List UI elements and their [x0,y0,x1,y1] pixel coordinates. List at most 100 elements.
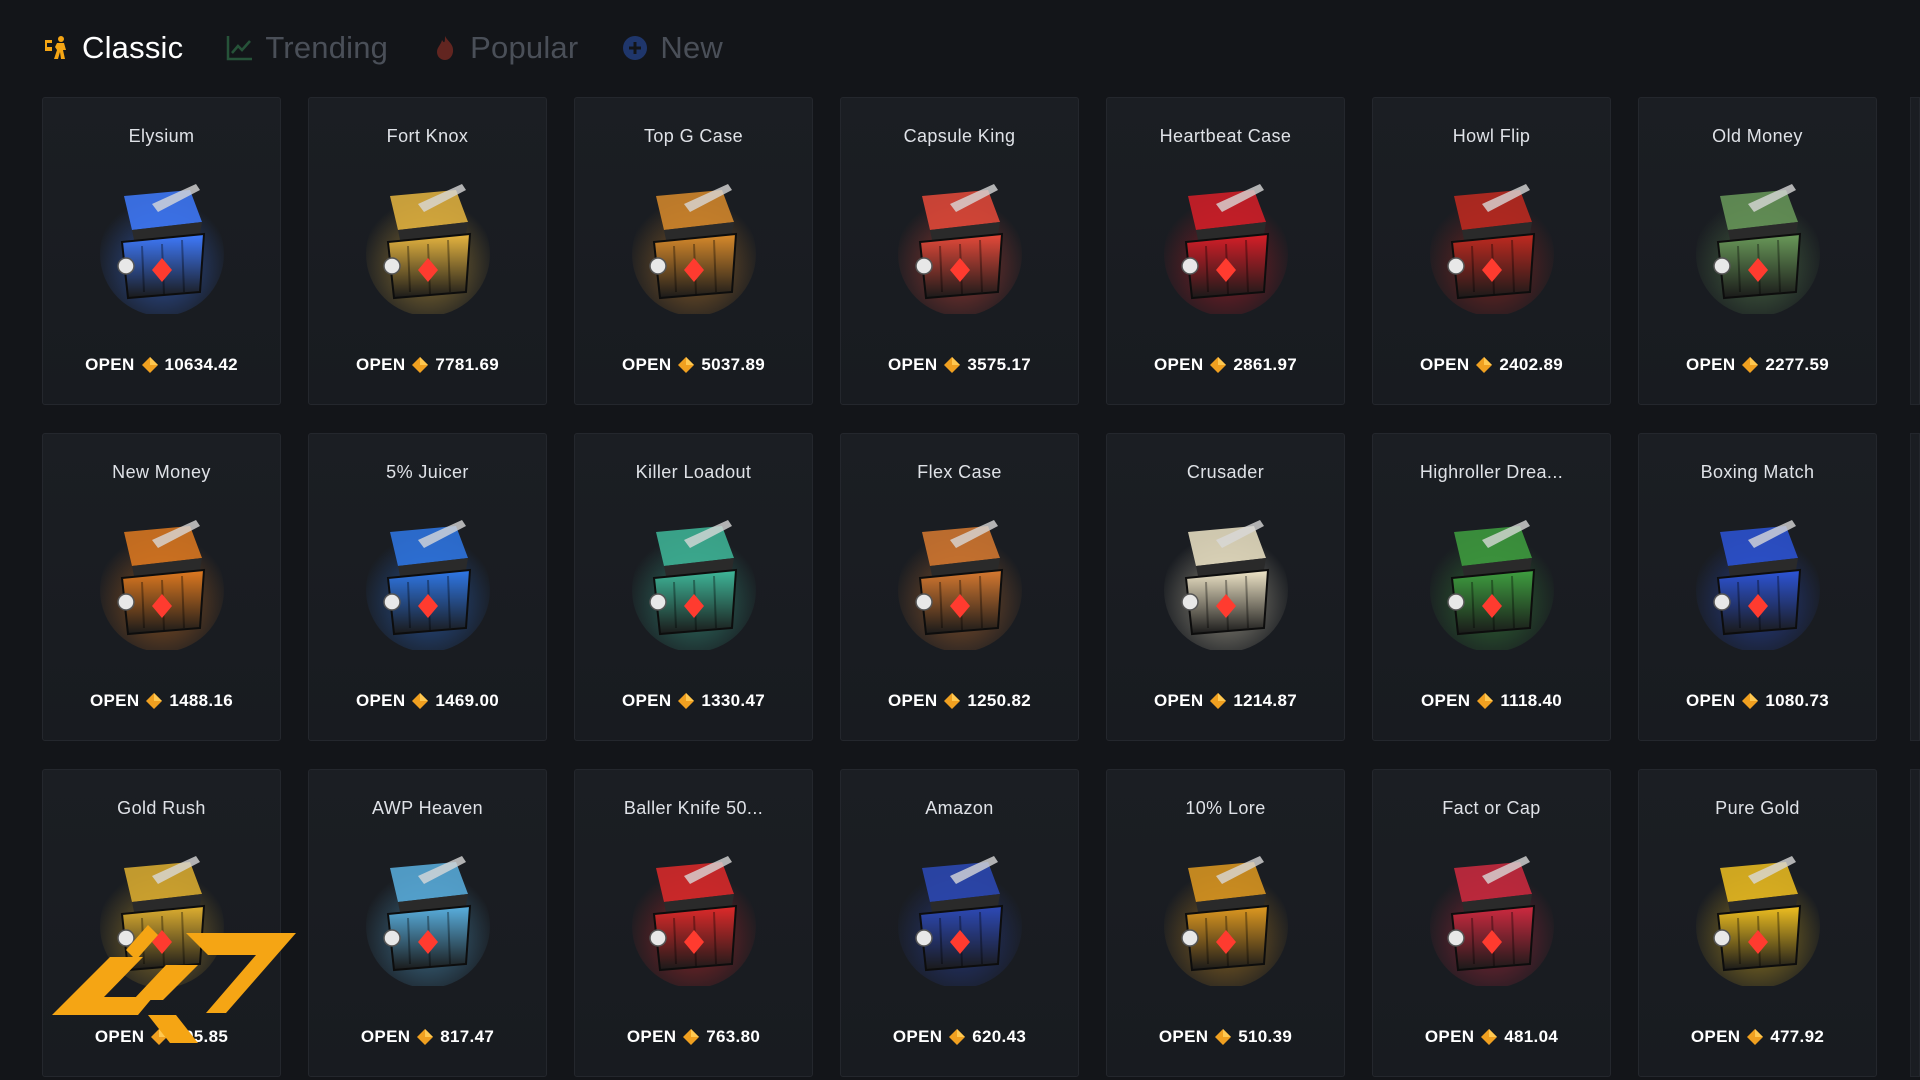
open-case-button[interactable]: OPEN 1214.87 [1107,691,1344,711]
case-price: 763.80 [706,1027,761,1046]
open-case-button[interactable]: OPEN 1080.73 [1639,691,1876,711]
tab-new[interactable]: New [620,30,723,66]
case-image [1688,846,1828,986]
case-card[interactable]: Heartbeat Case OPEN 2861.97 [1106,97,1345,405]
case-price: 1250.82 [967,691,1031,710]
case-name: Highroller Drea... [1419,462,1564,482]
open-case-button[interactable]: OPEN 7781.69 [309,355,546,375]
case-price: 2861.97 [1233,355,1297,374]
open-case-button[interactable]: OPEN 477.92 [1639,1027,1876,1047]
case-price: 1488.16 [169,691,233,710]
case-image [358,174,498,314]
coin-diamond-icon [1746,1028,1764,1046]
case-image [92,510,232,650]
open-label: OPEN [1158,1027,1209,1046]
case-card[interactable]: Howl Flip OPEN 2402.89 [1372,97,1611,405]
fire-icon [430,33,460,63]
case-image [1156,174,1296,314]
tab-label: New [660,30,724,65]
case-price: 1080.73 [1765,691,1829,710]
case-image [624,846,764,986]
case-price: 1118.40 [1500,691,1563,710]
open-case-button[interactable]: OPEN 510.39 [1107,1027,1344,1047]
case-card[interactable]: Killer Loadout OPEN 1330.47 [574,433,813,741]
case-card[interactable]: Elysium OPEN 10634.42 [42,97,281,405]
case-price: 3575.17 [967,355,1031,374]
open-case-button[interactable]: OPEN 481.04 [1373,1027,1610,1047]
open-case-button[interactable]: OPEN 1469.00 [309,691,546,711]
case-price: 620.43 [972,1027,1027,1046]
case-card[interactable]: 10% Lore OPEN 510.39 [1106,769,1345,1077]
case-card[interactable]: Amazon OPEN 620.43 [840,769,1079,1077]
case-card[interactable]: Baller Knife 50... OPEN 763.80 [574,769,813,1077]
open-label: OPEN [1420,691,1471,710]
case-card[interactable]: 5% Juicer OPEN 1469.00 [308,433,547,741]
open-label: OPEN [888,355,938,374]
partial-case-card[interactable] [1910,433,1920,741]
case-image [1156,846,1296,986]
case-price: 1330.47 [701,691,765,710]
tab-popular[interactable]: Popular [430,30,578,66]
case-card[interactable]: Highroller Drea... OPEN 1118.40 [1372,433,1611,741]
case-card[interactable]: Flex Case OPEN 1250.82 [840,433,1079,741]
open-case-button[interactable]: OPEN 1488.16 [43,691,280,711]
coin-diamond-icon [682,1028,700,1046]
open-case-button[interactable]: OPEN 10634.42 [43,355,280,375]
case-name: Killer Loadout [635,462,752,482]
case-card[interactable]: New Money OPEN 1488.16 [42,433,281,741]
open-case-button[interactable]: OPEN 5037.89 [575,355,812,375]
case-card[interactable]: Pure Gold OPEN 477.92 [1638,769,1877,1077]
trending-chart-icon [225,33,255,63]
case-image [1688,510,1828,650]
coin-diamond-icon [1741,692,1759,710]
open-label: OPEN [85,355,135,374]
case-name: Pure Gold [1715,798,1800,818]
case-name: 10% Lore [1185,798,1266,818]
case-card[interactable]: Capsule King OPEN 3575.17 [840,97,1079,405]
case-image [358,846,498,986]
open-label: OPEN [90,691,140,710]
open-case-button[interactable]: OPEN 1118.40 [1373,691,1610,711]
coin-diamond-icon [416,1028,434,1046]
case-card[interactable]: Fact or Cap OPEN 481.04 [1372,769,1611,1077]
tab-trending[interactable]: Trending [225,30,388,66]
open-case-button[interactable]: OPEN 1250.82 [841,691,1078,711]
case-card[interactable]: Crusader OPEN 1214.87 [1106,433,1345,741]
open-case-button[interactable]: OPEN 1330.47 [575,691,812,711]
open-case-button[interactable]: OPEN 3575.17 [841,355,1078,375]
open-case-button[interactable]: OPEN 2861.97 [1107,355,1344,375]
case-card[interactable]: Old Money OPEN 2277.59 [1638,97,1877,405]
cs-icon [42,33,72,63]
case-name: 5% Juicer [386,462,469,482]
partial-case-card[interactable] [1910,97,1920,405]
case-name: Capsule King [903,126,1016,146]
case-name: Baller Knife 50... [623,798,764,818]
tab-classic[interactable]: Classic [42,30,183,66]
case-price: 1214.87 [1233,691,1297,710]
open-case-button[interactable]: OPEN 2402.89 [1373,355,1610,375]
case-card[interactable]: Fort Knox OPEN 7781.69 [308,97,547,405]
case-card[interactable]: AWP Heaven OPEN 817.47 [308,769,547,1077]
coin-diamond-icon [1475,356,1493,374]
case-name: Fact or Cap [1442,798,1541,818]
coin-diamond-icon [141,356,159,374]
open-case-button[interactable]: OPEN 620.43 [841,1027,1078,1047]
open-label: OPEN [1424,1027,1475,1046]
open-label: OPEN [1686,355,1736,374]
open-label: OPEN [356,691,406,710]
case-card[interactable]: Top G Case OPEN 5037.89 [574,97,813,405]
case-price: 2402.89 [1499,355,1563,374]
case-image [1156,510,1296,650]
coin-diamond-icon [943,692,961,710]
tab-label: Popular [470,30,579,65]
open-label: OPEN [1154,691,1204,710]
case-card[interactable]: Boxing Match OPEN 1080.73 [1638,433,1877,741]
partial-case-card[interactable] [1910,769,1920,1077]
case-category-tabs: Classic Trending Popular New [42,26,765,70]
coin-diamond-icon [948,1028,966,1046]
open-case-button[interactable]: OPEN 763.80 [575,1027,812,1047]
open-case-button[interactable]: OPEN 2277.59 [1639,355,1876,375]
case-name: Boxing Match [1700,462,1815,482]
open-case-button[interactable]: OPEN 817.47 [309,1027,546,1047]
open-label: OPEN [356,355,406,374]
